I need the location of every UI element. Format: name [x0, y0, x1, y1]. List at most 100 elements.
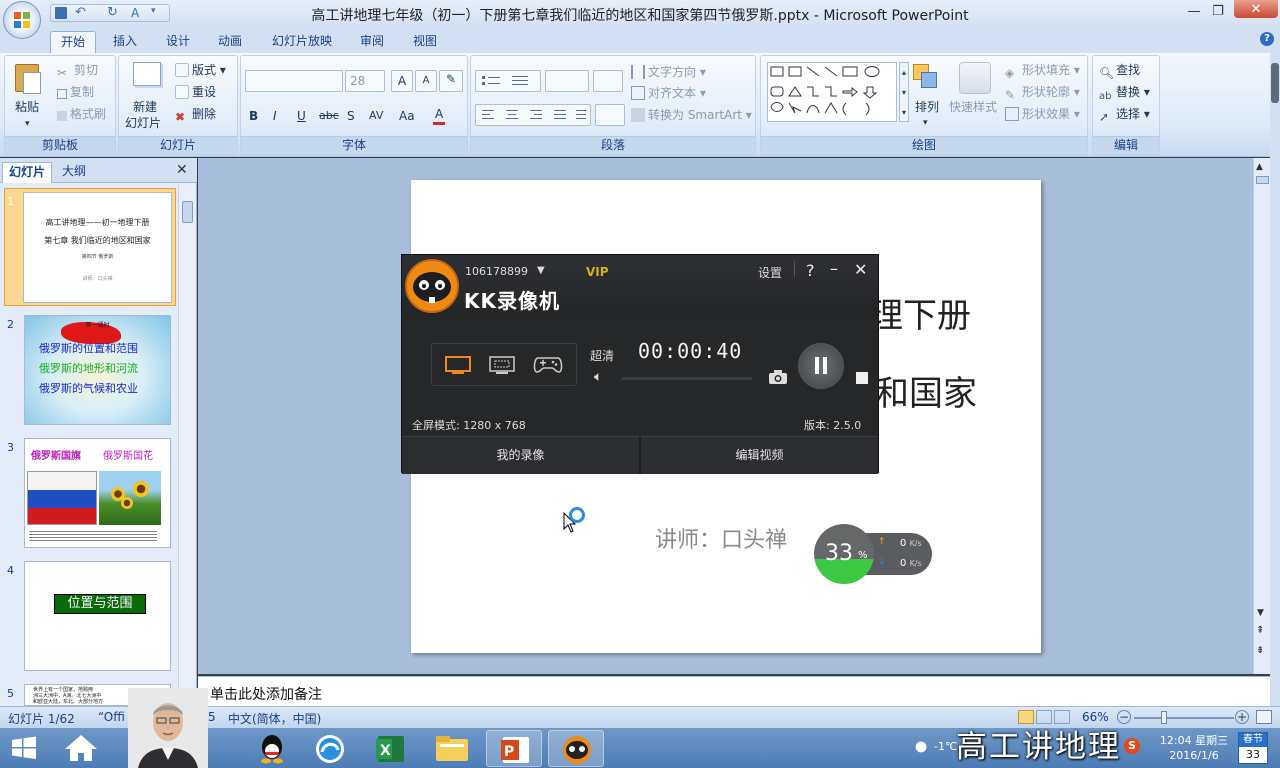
normal-view-icon[interactable]: [1018, 710, 1034, 724]
browser-icon[interactable]: [302, 730, 358, 767]
align-text-button[interactable]: 对齐文本 ▾: [631, 85, 706, 101]
new-slide-button-2[interactable]: 幻灯片: [125, 115, 161, 131]
slideshow-view-icon[interactable]: [1054, 710, 1070, 724]
alignment-buttons[interactable]: [475, 104, 591, 126]
quick-styles-button[interactable]: 快速样式: [949, 99, 997, 115]
arrange-button[interactable]: 排列: [915, 99, 939, 115]
indent-buttons[interactable]: [545, 70, 589, 92]
recorder-minimize-button[interactable]: –: [830, 259, 838, 278]
new-slide-icon[interactable]: [133, 62, 161, 86]
stop-button[interactable]: [856, 372, 868, 384]
shapes-gallery[interactable]: [767, 62, 897, 122]
tab-view[interactable]: 视图: [403, 31, 447, 53]
zoom-out-icon[interactable]: −: [1117, 710, 1131, 724]
notes-pane[interactable]: 单击此处添加备注: [198, 676, 1270, 708]
shape-outline-button[interactable]: ✎ 形状轮廓 ▾: [1005, 84, 1080, 102]
thumbnail-1[interactable]: 高工讲地理——初一地理下册 第七章 我们临近的地区和国家 第四节 俄罗斯 讲师：…: [23, 192, 172, 303]
copy-button[interactable]: 复制: [57, 84, 94, 100]
calendar-widget[interactable]: 春节 33: [1238, 732, 1268, 764]
notes-placeholder[interactable]: 单击此处添加备注: [210, 684, 322, 704]
smartart-button[interactable]: 转换为 SmartArt ▾: [631, 107, 752, 123]
quality-selector[interactable]: 超清: [590, 347, 614, 364]
reset-button[interactable]: 重设: [175, 84, 216, 100]
grow-font-button[interactable]: A: [391, 70, 413, 92]
shapes-scroll[interactable]: ▴ ▾ ▾: [899, 62, 909, 122]
font-family-select[interactable]: [245, 70, 343, 92]
paste-icon[interactable]: [13, 60, 43, 96]
slide-title-line2[interactable]: 和国家: [875, 366, 977, 415]
screenshot-camera-icon[interactable]: [768, 369, 788, 385]
font-size-select[interactable]: 28: [345, 70, 385, 92]
volume-slider[interactable]: [622, 377, 752, 380]
sorter-view-icon[interactable]: [1036, 710, 1052, 724]
new-slide-button[interactable]: 新建: [133, 99, 157, 115]
weather-sun-icon[interactable]: [912, 738, 930, 756]
region-mode-icon[interactable]: [488, 356, 516, 375]
recorder-help-button[interactable]: ?: [806, 261, 815, 280]
tab-design[interactable]: 设计: [156, 31, 200, 53]
thumbnail-2[interactable]: 第一课时 俄罗斯的位置和范围 俄罗斯的地形和河流 俄罗斯的气候和农业: [24, 315, 171, 425]
tab-slides[interactable]: 幻灯片: [2, 162, 53, 183]
file-explorer-icon[interactable]: [424, 730, 480, 767]
network-speed-widget[interactable]: 33 % ↑ ↓ 0 K/s 0 K/s: [814, 524, 932, 584]
arrange-icon[interactable]: [911, 62, 941, 92]
format-painter-button[interactable]: 格式刷: [57, 106, 106, 122]
recorder-close-button[interactable]: ✕: [854, 260, 867, 279]
account-id[interactable]: 106178899: [465, 265, 528, 278]
strikethrough-button[interactable]: abc: [319, 108, 339, 124]
close-button[interactable]: ✕: [1234, 0, 1278, 18]
tab-animation[interactable]: 动画: [208, 31, 252, 53]
tab-slideshow[interactable]: 幻灯片放映: [262, 31, 342, 53]
quick-styles-icon[interactable]: [959, 62, 991, 94]
close-panel-icon[interactable]: ✕: [176, 162, 188, 178]
zoom-in-icon[interactable]: +: [1235, 710, 1249, 724]
vip-badge[interactable]: VIP: [586, 265, 609, 279]
bullets-button[interactable]: [475, 70, 541, 92]
qq-icon[interactable]: [244, 730, 300, 767]
office-button[interactable]: [3, 1, 41, 39]
settings-button[interactable]: 设置: [758, 264, 782, 281]
delete-slide-button[interactable]: ✖ 删除: [175, 106, 216, 124]
zoom-level[interactable]: 66%: [1082, 710, 1109, 724]
shape-effects-button[interactable]: 形状效果 ▾: [1005, 106, 1080, 122]
shadow-button[interactable]: S: [347, 108, 355, 124]
slide-title-line1[interactable]: 理下册: [869, 288, 971, 337]
italic-button[interactable]: I: [273, 108, 277, 124]
pause-button[interactable]: [798, 343, 844, 389]
edit-video-button[interactable]: 编辑视频: [641, 437, 878, 474]
account-dropdown-icon[interactable]: ▼: [537, 265, 545, 276]
thumbnail-3[interactable]: 俄罗斯国旗 俄罗斯国花: [24, 438, 171, 548]
clock-time[interactable]: 12:04 星期三: [1158, 732, 1230, 748]
home-icon[interactable]: [58, 732, 104, 764]
zoom-slider-track[interactable]: [1134, 717, 1234, 719]
kk-recorder-taskbar-icon[interactable]: [548, 730, 604, 767]
tab-outline[interactable]: 大纲: [56, 162, 92, 183]
weather-temp[interactable]: -1℃: [934, 740, 957, 753]
volume-icon[interactable]: 🔈︎: [594, 369, 602, 385]
replace-button[interactable]: ab 替换 ▾: [1099, 84, 1150, 103]
powerpoint-taskbar-icon[interactable]: P: [486, 730, 542, 767]
select-button[interactable]: ➚ 选择 ▾: [1099, 106, 1150, 124]
fullscreen-mode-icon[interactable]: [444, 356, 472, 375]
restore-button[interactable]: ❐: [1202, 2, 1234, 22]
panel-scrollbar[interactable]: [178, 185, 195, 705]
fit-window-icon[interactable]: [1256, 710, 1272, 724]
clock-date[interactable]: 2016/1/6: [1158, 749, 1230, 762]
shape-fill-button[interactable]: ◈ 形状填充 ▾: [1005, 62, 1080, 80]
tab-home[interactable]: 开始: [50, 31, 97, 53]
shrink-font-button[interactable]: A: [415, 70, 437, 92]
tab-insert[interactable]: 插入: [103, 31, 147, 53]
clear-format-button[interactable]: ✎: [439, 70, 463, 92]
text-direction-button[interactable]: 文字方向 ▾: [631, 64, 706, 80]
line-spacing-button[interactable]: [593, 70, 623, 92]
my-recordings-button[interactable]: 我的录像: [402, 437, 639, 474]
columns-button[interactable]: [595, 104, 625, 126]
char-spacing-button[interactable]: AV: [369, 108, 383, 124]
slide-lecturer[interactable]: 讲师：口头禅: [655, 522, 787, 554]
language[interactable]: 中文(简体，中国): [228, 710, 321, 727]
excel-icon[interactable]: X: [362, 730, 418, 767]
tab-review[interactable]: 审阅: [350, 31, 394, 53]
cut-button[interactable]: ✂ 剪切: [57, 62, 98, 80]
change-case-button[interactable]: Aa: [399, 108, 415, 124]
thumbnail-4[interactable]: 位置与范围: [24, 561, 171, 671]
